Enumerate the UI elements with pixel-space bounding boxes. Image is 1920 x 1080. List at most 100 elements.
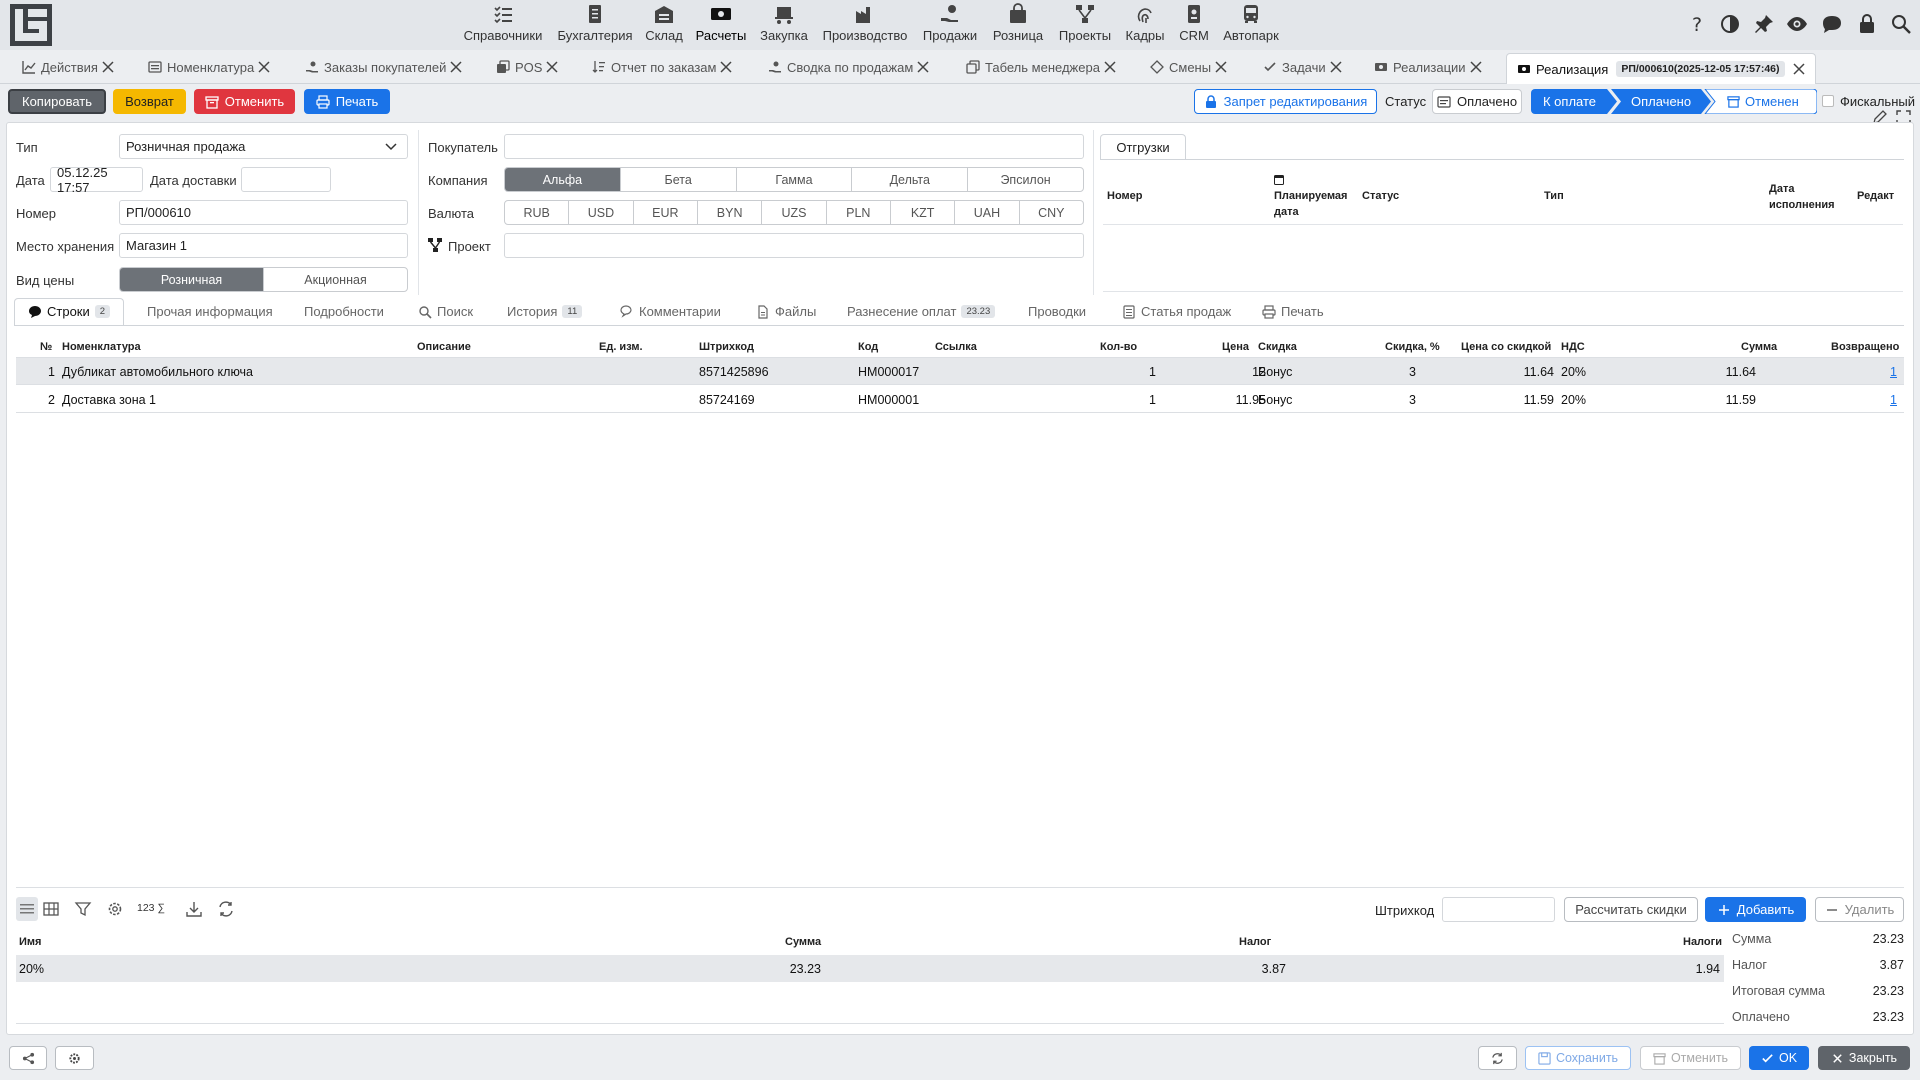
share-button[interactable] (9, 1046, 47, 1070)
nav-item-hr[interactable]: Кадры (1124, 2, 1166, 48)
tab-shipments[interactable]: Отгрузки (1100, 134, 1186, 160)
col-link[interactable]: Ссылка (935, 341, 977, 353)
col-discount-pct[interactable]: Скидка, % (1385, 341, 1440, 353)
tab-comments[interactable]: Комментарии (620, 304, 721, 319)
copy-button[interactable]: Копировать (8, 89, 106, 114)
col-code[interactable]: Код (858, 341, 878, 353)
ok-button[interactable]: OK (1749, 1046, 1809, 1070)
nav-item-sales[interactable]: Продажи (920, 2, 980, 48)
print-button[interactable]: Печать (304, 89, 390, 114)
filter-icon[interactable] (74, 900, 92, 918)
pin-icon[interactable] (1753, 13, 1775, 35)
shipments-col-planned-date[interactable]: Планируемая дата (1274, 188, 1354, 220)
tab-nomenclature[interactable]: Номенклатура (148, 56, 270, 78)
tab-order-report[interactable]: Отчет по заказам (592, 56, 732, 78)
tab-sales-article[interactable]: Статья продаж (1122, 304, 1231, 319)
currency-option[interactable]: PLN (827, 201, 891, 224)
buyer-input[interactable] (504, 134, 1084, 159)
nav-item-projects[interactable]: Проекты (1057, 2, 1113, 48)
tab-sales-summary[interactable]: Сводка по продажам (768, 56, 929, 78)
edit-lock-button[interactable]: Запрет редактирования (1194, 89, 1377, 114)
number-input[interactable]: РП/000610 (119, 200, 408, 225)
refresh-icon[interactable] (217, 900, 235, 918)
sum-toggle-icon[interactable]: 123 ∑ (137, 902, 165, 914)
company-option[interactable]: Гамма (737, 168, 853, 191)
return-button[interactable]: Возврат (113, 89, 186, 114)
col-description[interactable]: Описание (417, 341, 471, 353)
tab-manager-timesheet[interactable]: Табель менеджера (966, 56, 1116, 78)
company-option[interactable]: Бета (621, 168, 737, 191)
cancel-doc-button[interactable]: Отменить (194, 89, 295, 114)
save-button[interactable]: Сохранить (1525, 1046, 1631, 1070)
tab-history[interactable]: История 11 (507, 304, 583, 319)
tab-details[interactable]: Подробности (304, 304, 384, 319)
nav-item-purchase[interactable]: Закупка (758, 2, 810, 48)
close-icon[interactable] (546, 61, 558, 73)
close-icon[interactable] (1104, 61, 1116, 73)
chat-icon[interactable] (1821, 13, 1843, 35)
currency-option[interactable]: USD (569, 201, 634, 224)
download-icon[interactable] (185, 900, 203, 918)
delete-button[interactable]: Удалить (1815, 897, 1904, 922)
col-number[interactable]: № (40, 341, 52, 353)
cancel-button[interactable]: Отменить (1640, 1046, 1741, 1070)
shipments-col-edit[interactable]: Редакт (1857, 190, 1894, 202)
tax-col-name[interactable]: Имя (19, 936, 41, 948)
currency-option[interactable]: EUR (634, 201, 698, 224)
app-logo[interactable] (10, 4, 52, 46)
table-row[interactable]: 1 Дубликат автомобильного ключа 85714258… (16, 358, 1904, 385)
tax-col-taxes[interactable]: Налоги (1683, 936, 1722, 948)
shipments-col-status[interactable]: Статус (1362, 190, 1399, 202)
step-to-pay[interactable]: К оплате (1543, 94, 1596, 109)
close-icon[interactable] (720, 61, 732, 73)
tax-row[interactable]: 20% 23.23 3.87 1.94 (16, 955, 1724, 982)
nav-item-directories[interactable]: Справочники (463, 2, 543, 48)
company-option[interactable]: Дельта (852, 168, 969, 191)
grid-view-icon[interactable] (42, 900, 60, 918)
close-icon[interactable] (1792, 63, 1805, 75)
col-unit[interactable]: Ед. изм. (599, 341, 643, 353)
col-discounted-price[interactable]: Цена со скидкой (1461, 341, 1551, 353)
tab-lines[interactable]: Строки 2 (28, 304, 111, 319)
lock-icon[interactable] (1856, 13, 1878, 35)
tab-customer-orders[interactable]: Заказы покупателей (305, 56, 462, 78)
close-icon[interactable] (450, 61, 462, 73)
nav-item-retail[interactable]: Розница (992, 2, 1044, 48)
eye-icon[interactable] (1786, 13, 1808, 35)
tax-col-tax[interactable]: Налог (1239, 936, 1271, 948)
type-select[interactable]: Розничная продажа (119, 134, 408, 159)
company-option[interactable]: Альфа (505, 168, 621, 191)
step-paid[interactable]: Оплачено (1631, 94, 1691, 109)
help-icon[interactable]: ? (1687, 13, 1709, 35)
nav-item-production[interactable]: Производство (822, 2, 908, 48)
tab-actions[interactable]: Действия (22, 56, 114, 78)
col-qty[interactable]: Кол-во (1100, 341, 1137, 353)
project-input[interactable] (504, 233, 1084, 258)
tab-tasks[interactable]: Задачи (1263, 56, 1342, 78)
tab-files[interactable]: Файлы (756, 304, 816, 319)
barcode-input[interactable] (1442, 897, 1555, 922)
calc-discounts-button[interactable]: Рассчитать скидки (1564, 897, 1698, 922)
contrast-icon[interactable] (1719, 13, 1741, 35)
tab-print[interactable]: Печать (1262, 304, 1324, 319)
list-view-icon[interactable] (18, 900, 36, 918)
col-price[interactable]: Цена (1222, 341, 1249, 353)
storage-input[interactable]: Магазин 1 (119, 233, 408, 258)
nav-item-fleet[interactable]: Автопарк (1220, 2, 1282, 48)
gear-icon[interactable] (106, 900, 124, 918)
currency-option[interactable]: RUB (505, 201, 570, 224)
tab-payment-allocation[interactable]: Разнесение оплат 23.23 (847, 304, 996, 319)
col-nomenclature[interactable]: Номенклатура (62, 341, 141, 353)
tab-realization-active[interactable]: Реализация РП/000610(2025-12-05 17:57:46… (1506, 53, 1816, 84)
tax-col-sum[interactable]: Сумма (785, 936, 821, 948)
close-icon[interactable] (917, 61, 929, 73)
returned-link[interactable]: 1 (1856, 365, 1897, 379)
col-vat[interactable]: НДС (1561, 341, 1585, 353)
currency-option[interactable]: UZS (762, 201, 827, 224)
nav-item-warehouse[interactable]: Склад (643, 2, 685, 48)
price-kind-retail[interactable]: Розничная (120, 268, 264, 291)
search-icon[interactable] (1890, 13, 1912, 35)
currency-option[interactable]: BYN (698, 201, 763, 224)
shipments-col-type[interactable]: Тип (1544, 190, 1564, 202)
tab-pos[interactable]: POS (496, 56, 558, 78)
